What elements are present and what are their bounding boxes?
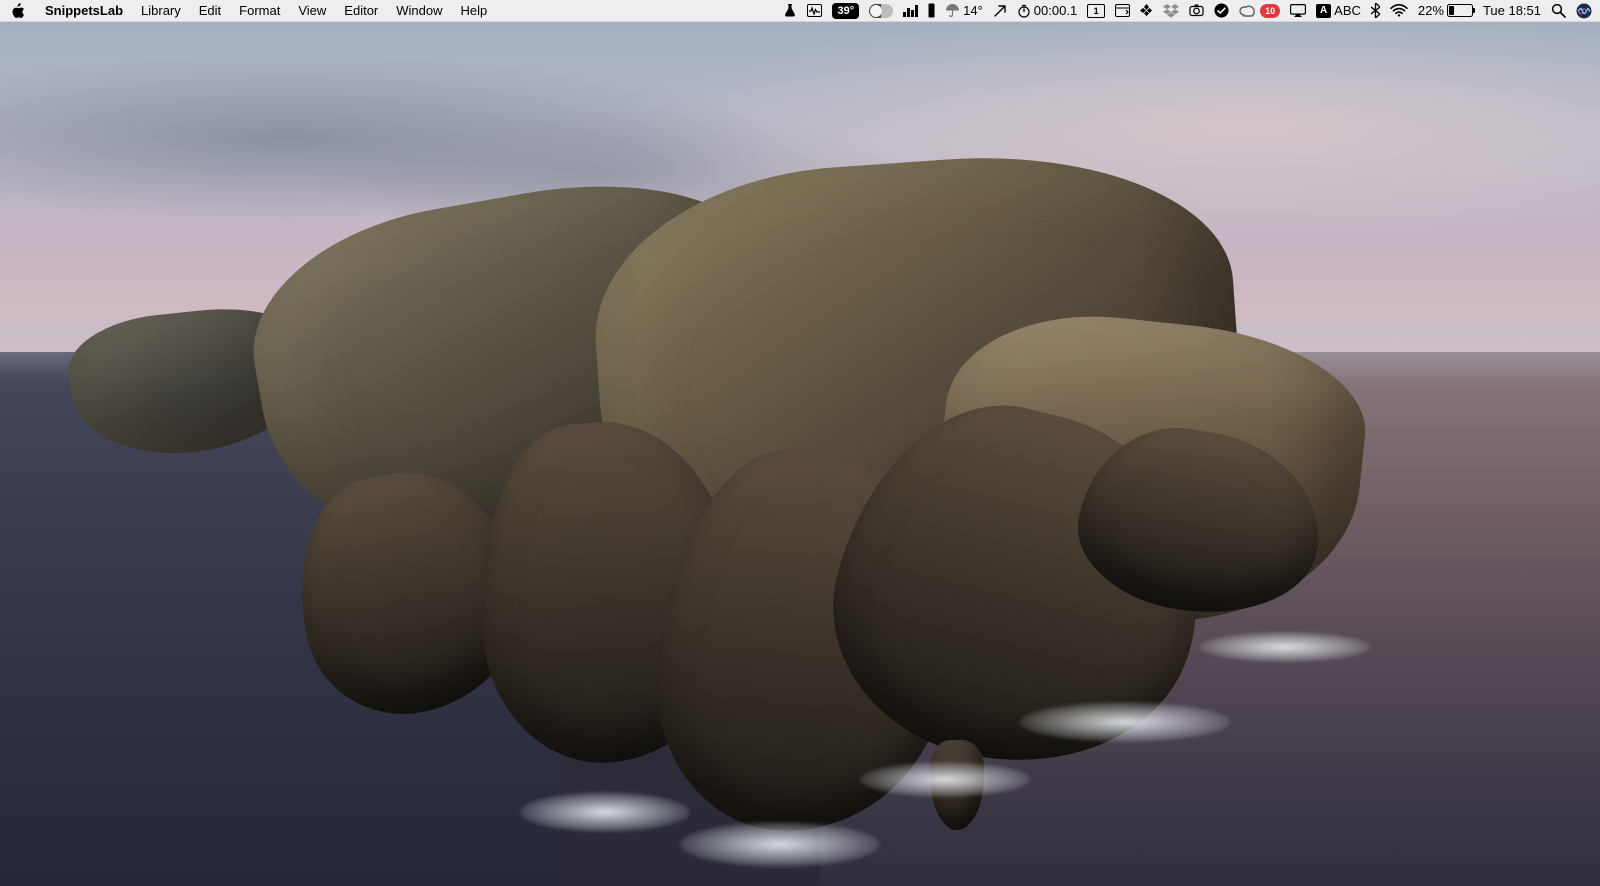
status-timer[interactable]: 00:00.1 [1017,0,1077,22]
app-menus: SnippetsLab Library Edit Format View Edi… [36,0,496,22]
menu-format[interactable]: Format [230,0,289,22]
grid-icon [1140,4,1153,17]
disk-icon [928,3,935,18]
menu-view[interactable]: View [289,0,335,22]
input-source-badge: A [1316,4,1331,18]
status-wifi[interactable] [1390,0,1408,22]
menu-editor[interactable]: Editor [335,0,387,22]
airplay-icon [1290,4,1306,17]
status-clock[interactable]: Tue 18:51 [1483,0,1541,22]
status-toggle[interactable] [869,0,893,22]
status-weather[interactable]: 14° [945,0,983,22]
wallpaper-foam [1020,702,1230,742]
status-cpu-temp[interactable]: 39° [832,0,859,22]
window-tool-icon [1115,4,1130,17]
battery-fill [1449,6,1454,15]
menu-edit[interactable]: Edit [190,0,230,22]
bluetooth-icon [1371,3,1380,18]
notification-badge: 10 [1260,4,1280,18]
status-input-source[interactable]: A ABC [1316,0,1361,22]
status-window-tool[interactable] [1115,0,1130,22]
menu-library[interactable]: Library [132,0,190,22]
status-desktop-number[interactable]: 1 [1087,0,1105,22]
status-vpn[interactable] [993,0,1007,22]
input-source-label: ABC [1334,0,1361,22]
battery-icon [1447,4,1473,17]
desktop-number-badge: 1 [1087,4,1105,18]
wallpaper-foam [520,792,690,832]
wifi-icon [1390,4,1408,17]
status-bluetooth[interactable] [1371,0,1380,22]
menu-window[interactable]: Window [387,0,451,22]
creative-cloud-icon [1239,4,1257,18]
wallpaper-foam [1200,632,1370,662]
search-icon [1551,3,1566,18]
wallpaper-island [40,102,1370,802]
dropbox-icon [1163,4,1179,18]
apple-menu[interactable] [10,3,26,19]
status-checkmark-app[interactable] [1214,0,1229,22]
status-area: 39° 14° [783,0,1592,22]
status-levels[interactable] [903,0,918,22]
status-activity-monitor[interactable] [807,0,822,22]
cpu-temp-badge: 39° [832,3,859,19]
checkmark-badge-icon [1214,3,1229,18]
status-lab[interactable] [783,0,797,22]
status-battery[interactable]: 22% [1418,0,1473,22]
menu-help[interactable]: Help [452,0,497,22]
status-creative-cloud[interactable]: 10 [1239,0,1280,22]
umbrella-icon [945,3,960,18]
wallpaper-foam [680,822,880,867]
status-spotlight[interactable] [1551,0,1566,22]
status-airplay[interactable] [1290,0,1306,22]
flask-icon [783,4,797,18]
status-grid-app[interactable] [1140,0,1153,22]
toggle-icon [869,4,893,18]
timer-value: 00:00.1 [1034,0,1077,22]
siri-icon [1576,3,1592,19]
battery-percent-label: 22% [1418,0,1444,22]
camera-loop-icon [1189,3,1204,18]
menu-app-name[interactable]: SnippetsLab [36,0,132,22]
apple-logo-icon [12,3,25,18]
activity-monitor-icon [807,4,822,17]
desktop-wallpaper[interactable] [0,22,1600,886]
menu-bar: SnippetsLab Library Edit Format View Edi… [0,0,1600,22]
wallpaper-foam [860,762,1030,797]
vpn-arrow-icon [993,4,1007,18]
levels-icon [903,4,918,17]
weather-temp-label: 14° [963,0,983,22]
stopwatch-icon [1017,4,1031,18]
status-camera-loop[interactable] [1189,0,1204,22]
status-disk[interactable] [928,0,935,22]
status-siri[interactable] [1576,0,1592,22]
clock-label: Tue 18:51 [1483,0,1541,22]
status-dropbox[interactable] [1163,0,1179,22]
